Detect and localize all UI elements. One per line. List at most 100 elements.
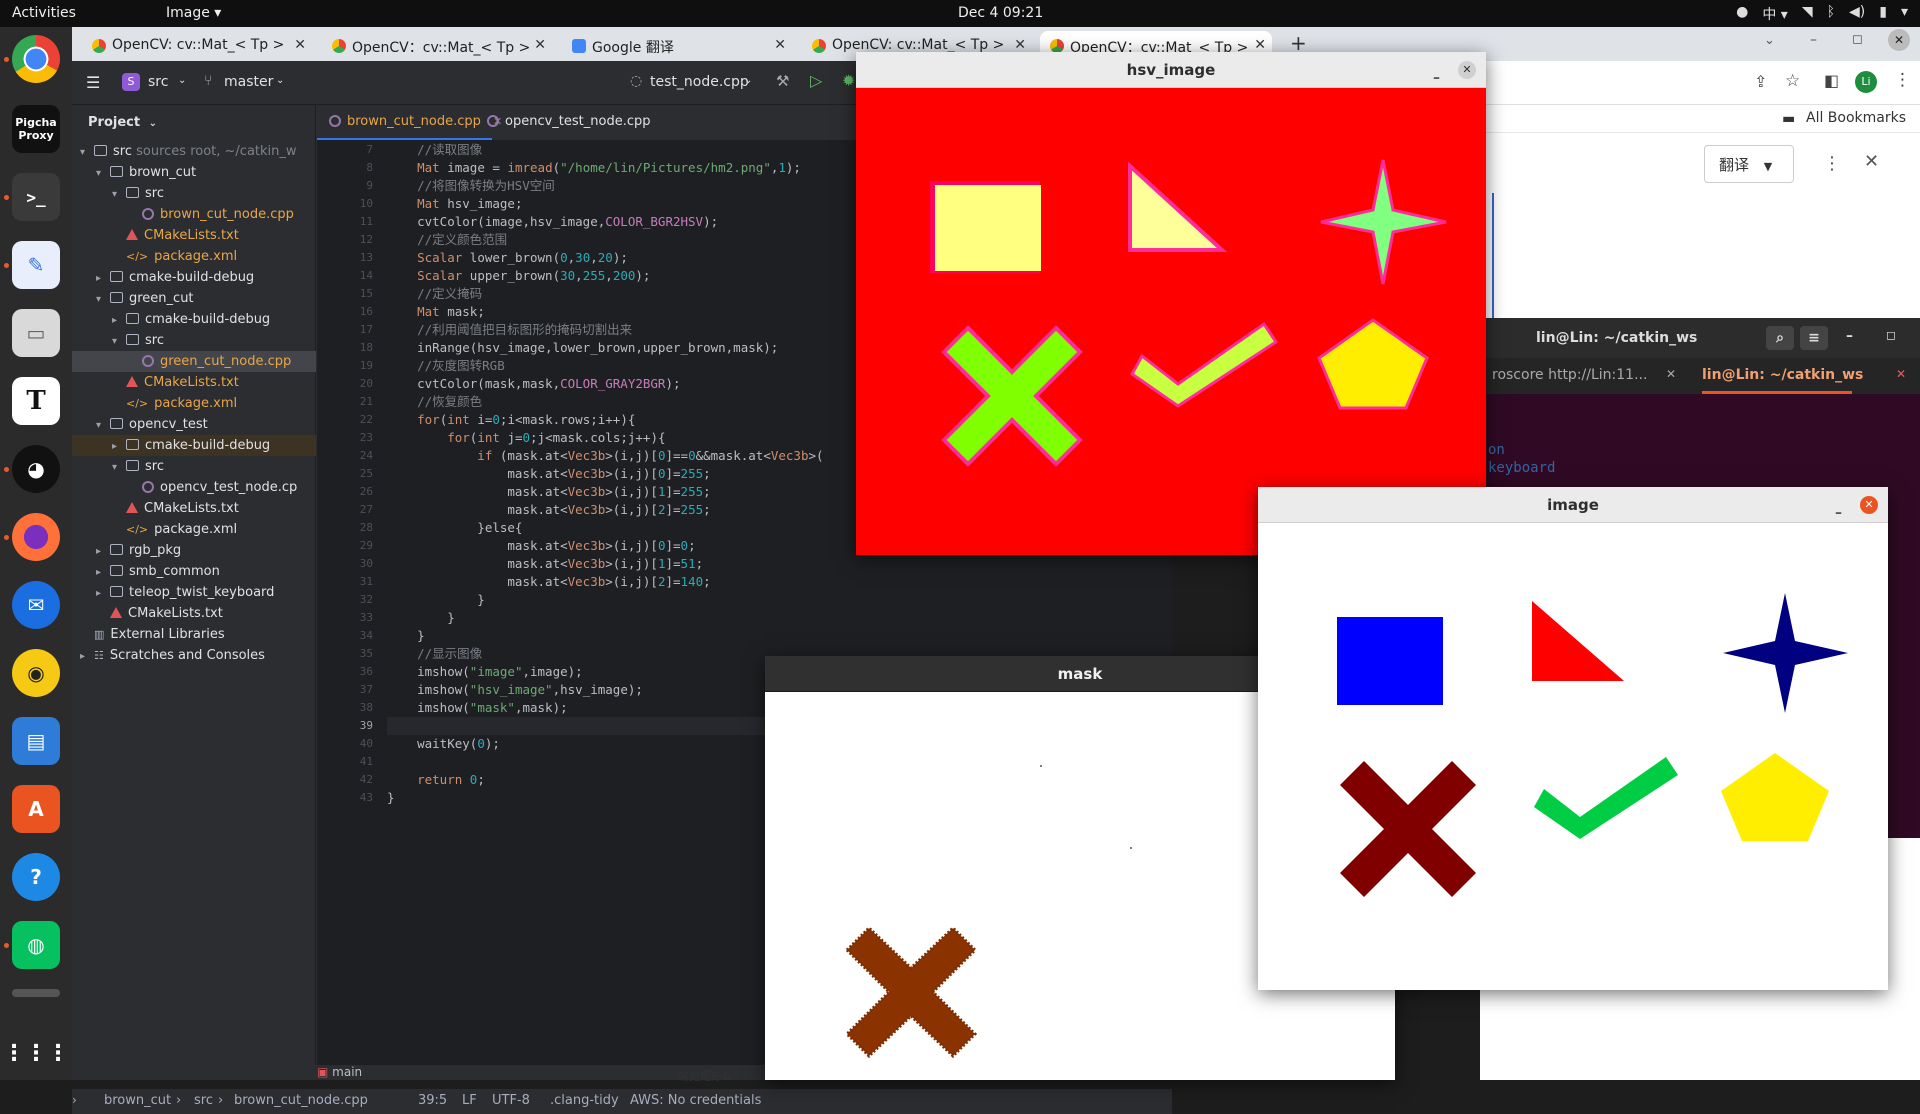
- run-icon[interactable]: ▷: [810, 71, 822, 90]
- apps-grid-icon[interactable]: ⋮⋮⋮: [3, 1029, 69, 1077]
- chevron-down-icon[interactable]: ▾: [96, 415, 110, 436]
- side-panel-icon[interactable]: ◧: [1824, 71, 1839, 90]
- volume-icon[interactable]: ◀): [1849, 4, 1865, 24]
- browser-tab[interactable]: OpenCV：cv::Mat_< Tp > ✕: [322, 31, 552, 61]
- main-menu-icon[interactable]: ☰: [86, 73, 100, 92]
- chevron-right-icon[interactable]: ▸: [80, 646, 94, 667]
- tree-item[interactable]: ▥ External Libraries: [72, 624, 316, 645]
- terminal-tab[interactable]: roscore http://Lin:11...: [1492, 367, 1647, 383]
- tree-item[interactable]: ▸ cmake-build-debug: [72, 435, 316, 456]
- translate-language-dropdown[interactable]: 翻译 ▼: [1704, 145, 1794, 183]
- chevron-down-icon[interactable]: ▾: [80, 142, 94, 163]
- files-icon[interactable]: ▭: [12, 309, 60, 357]
- aws-status[interactable]: AWS: No credentials: [630, 1093, 761, 1108]
- tree-item[interactable]: brown_cut_node.cpp: [72, 204, 316, 225]
- tree-item[interactable]: ▾ green_cut: [72, 288, 316, 309]
- chevron-down-icon[interactable]: ▾: [112, 457, 126, 478]
- chrome-icon[interactable]: [12, 35, 60, 83]
- close-tab-icon[interactable]: ✕: [1896, 367, 1906, 381]
- tree-item[interactable]: green_cut_node.cpp: [72, 351, 316, 372]
- build-hammer-icon[interactable]: ⚒: [776, 72, 789, 90]
- run-tab[interactable]: ▣ main: [317, 1065, 617, 1087]
- project-switcher[interactable]: src: [148, 74, 168, 90]
- search-icon[interactable]: ⌕: [1766, 326, 1794, 350]
- tree-item[interactable]: ▾ src sources root, ~/catkin_w: [72, 141, 316, 162]
- close-icon[interactable]: ✕: [1860, 496, 1878, 514]
- branch-switcher[interactable]: master: [224, 74, 273, 90]
- clang-tidy-status[interactable]: .clang-tidy: [550, 1093, 619, 1108]
- breadcrumb-item[interactable]: brown_cut_node.cpp: [234, 1093, 368, 1108]
- tree-item[interactable]: CMakeLists.txt: [72, 372, 316, 393]
- browser-tab[interactable]: Google 翻译 ✕: [562, 31, 792, 61]
- tree-item[interactable]: ▸ ☷ Scratches and Consoles: [72, 645, 316, 666]
- tree-item[interactable]: ▾ src: [72, 183, 316, 204]
- close-tab-icon[interactable]: ✕: [534, 37, 546, 53]
- chevron-down-icon[interactable]: ▾: [112, 184, 126, 205]
- close-window-icon[interactable]: ✕: [1888, 29, 1910, 51]
- notification-icon[interactable]: ●: [1736, 4, 1748, 24]
- minimize-icon[interactable]: –: [1810, 32, 1817, 48]
- chevron-right-icon[interactable]: ▸: [112, 310, 126, 331]
- tab-search-icon[interactable]: ⌄: [1764, 33, 1775, 48]
- firefox-icon[interactable]: [12, 513, 60, 561]
- bookmark-star-icon[interactable]: ☆: [1785, 71, 1800, 91]
- tree-item[interactable]: ▸ cmake-build-debug: [72, 267, 316, 288]
- tree-item[interactable]: CMakeLists.txt: [72, 225, 316, 246]
- tree-item[interactable]: ▾ src: [72, 330, 316, 351]
- file-encoding[interactable]: UTF-8: [492, 1093, 530, 1108]
- wechat-icon[interactable]: ◍: [12, 921, 60, 969]
- close-tab-icon[interactable]: ✕: [774, 37, 786, 53]
- maximize-icon[interactable]: ◻: [1886, 328, 1896, 342]
- app-menu[interactable]: Image ▾: [166, 5, 221, 21]
- maximize-icon[interactable]: ◻: [1852, 32, 1863, 47]
- menu-kebab-icon[interactable]: ⋮: [1894, 70, 1911, 90]
- breadcrumb-item[interactable]: brown_cut: [104, 1093, 171, 1108]
- tree-item[interactable]: ▾ src: [72, 456, 316, 477]
- breadcrumb-item[interactable]: src: [194, 1093, 213, 1108]
- more-options-icon[interactable]: ⋮: [1823, 153, 1841, 174]
- clock[interactable]: Dec 4 09:21: [958, 5, 1043, 21]
- cursor-position[interactable]: 39:5: [418, 1093, 447, 1108]
- tree-item[interactable]: </> package.xml: [72, 246, 316, 267]
- battery-icon[interactable]: ▮: [1879, 4, 1887, 24]
- help-icon[interactable]: ?: [12, 853, 60, 901]
- tree-item[interactable]: </> package.xml: [72, 393, 316, 414]
- close-icon[interactable]: ✕: [1458, 61, 1476, 79]
- tree-item[interactable]: ▸ smb_common: [72, 561, 316, 582]
- close-tab-icon[interactable]: ✕: [1254, 37, 1266, 53]
- browser-tab[interactable]: OpenCV: cv::Mat_< Tp > ✕: [82, 31, 312, 61]
- debug-icon[interactable]: ✹: [842, 71, 855, 90]
- tree-item[interactable]: CMakeLists.txt: [72, 498, 316, 519]
- input-method-menu[interactable]: 中 ▾: [1762, 4, 1787, 24]
- chevron-down-icon[interactable]: ▾: [112, 331, 126, 352]
- terminal-tab-active[interactable]: lin@Lin: ~/catkin_ws: [1702, 367, 1863, 383]
- tree-item[interactable]: ▾ brown_cut: [72, 162, 316, 183]
- text-editor-icon[interactable]: ✎: [12, 241, 60, 289]
- chevron-right-icon[interactable]: ▸: [96, 541, 110, 562]
- drive-icon[interactable]: [12, 989, 60, 997]
- qq-icon[interactable]: ◕: [12, 445, 60, 493]
- tree-item[interactable]: opencv_test_node.cp: [72, 477, 316, 498]
- terminal-icon[interactable]: >_: [12, 173, 60, 221]
- collapse-icon[interactable]: ✕: [1864, 151, 1879, 172]
- line-ending[interactable]: LF: [462, 1093, 477, 1108]
- activities-button[interactable]: Activities: [12, 5, 76, 21]
- tree-item[interactable]: ▸ rgb_pkg: [72, 540, 316, 561]
- wifi-icon[interactable]: ◥: [1802, 4, 1813, 24]
- thunderbird-icon[interactable]: ✉: [12, 581, 60, 629]
- writer-icon[interactable]: ▤: [12, 717, 60, 765]
- profile-avatar[interactable]: Li: [1855, 71, 1877, 93]
- editor-tab-opencv-test[interactable]: opencv_test_node.cpp: [487, 114, 650, 129]
- tree-item[interactable]: ▸ cmake-build-debug: [72, 309, 316, 330]
- chevron-down-icon[interactable]: ▾: [1901, 4, 1908, 24]
- tree-item[interactable]: ▾ opencv_test: [72, 414, 316, 435]
- all-bookmarks-link[interactable]: All Bookmarks: [1806, 110, 1906, 126]
- close-tab-icon[interactable]: ✕: [1014, 37, 1026, 53]
- bluetooth-icon[interactable]: ᛒ: [1827, 4, 1835, 24]
- project-panel-title[interactable]: Project ⌄: [88, 115, 157, 130]
- minimize-icon[interactable]: –: [1846, 328, 1853, 344]
- rhythmbox-icon[interactable]: ◉: [12, 649, 60, 697]
- chevron-right-icon[interactable]: ▸: [96, 583, 110, 604]
- hamburger-menu-icon[interactable]: ≡: [1800, 326, 1828, 350]
- system-tray[interactable]: ● 中 ▾ ◥ ᛒ ◀) ▮ ▾: [1736, 4, 1908, 24]
